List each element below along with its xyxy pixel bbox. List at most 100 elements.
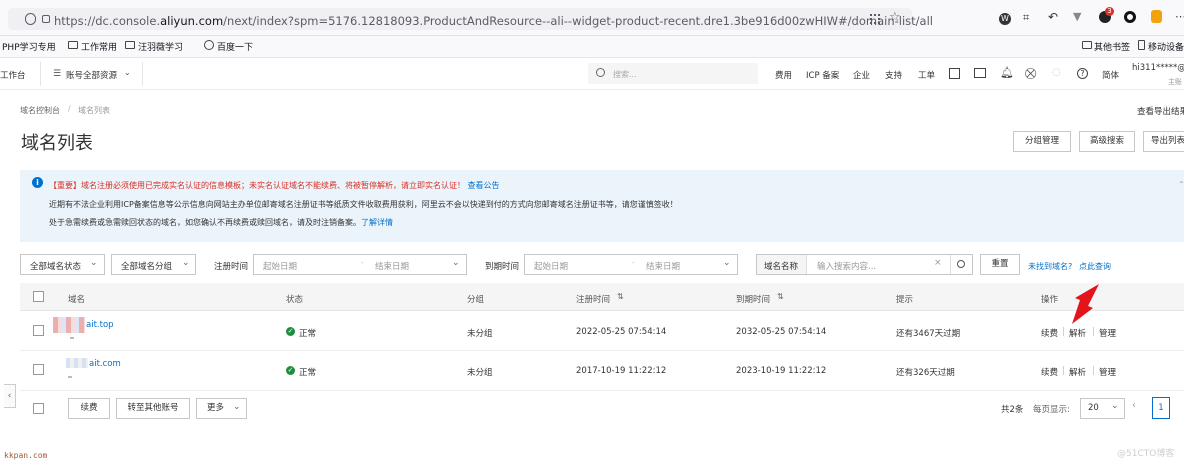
header-reg-time[interactable]: 注册时间: [576, 293, 610, 305]
manage-link[interactable]: 管理: [1099, 327, 1116, 339]
domain-link[interactable]: ait.com: [89, 359, 121, 369]
account-resources-dropdown[interactable]: 账号全部资源: [66, 69, 117, 81]
workbench-link[interactable]: 工作台: [0, 69, 26, 81]
lightbulb-icon[interactable]: ◌: [1052, 67, 1061, 78]
chevron-down-icon: ⌄: [124, 68, 131, 77]
clear-icon[interactable]: ×: [934, 258, 942, 268]
renew-link[interactable]: 续费: [1041, 366, 1058, 378]
watermark-kkpan: kkpan.com: [4, 451, 48, 460]
row-checkbox[interactable]: [33, 364, 44, 375]
expire-time-text: 2023-10-19 11:22:12: [736, 366, 827, 376]
nav-link-enterprise[interactable]: 企业: [853, 69, 870, 81]
bookmark-other[interactable]: 其他书签: [1094, 40, 1130, 53]
action-separator: [1063, 366, 1064, 375]
chevron-down-icon: ⌄: [90, 258, 98, 268]
sort-icon[interactable]: ⇅: [777, 292, 784, 301]
nav-link-ticket[interactable]: 工单: [918, 69, 935, 81]
expire-time-label: 到期时间: [485, 262, 520, 272]
row-checkbox[interactable]: [33, 325, 44, 336]
dns-resolve-link[interactable]: 解析: [1069, 366, 1086, 378]
view-announcement-link[interactable]: 查看公告: [468, 181, 500, 190]
redacted-domain-prefix: [66, 358, 88, 368]
prev-page-icon[interactable]: ‹: [1132, 400, 1136, 411]
cart-icon[interactable]: ⛒: [1025, 67, 1036, 81]
bookmark-baidu[interactable]: 百度一下: [217, 40, 253, 53]
domain-search-input[interactable]: 输入搜索内容...: [817, 260, 876, 272]
redacted-domain-prefix: [53, 317, 85, 333]
bookmark-mobile[interactable]: 移动设备: [1148, 40, 1184, 53]
export-list-button[interactable]: 导出列表: [1143, 131, 1184, 152]
bookmark-study[interactable]: 汪羽薇学习: [138, 40, 183, 53]
extension-w-icon[interactable]: W: [999, 13, 1011, 25]
top-search-placeholder: 搜索...: [613, 70, 637, 79]
domain-name-label: 域名名称: [764, 262, 799, 272]
circle-extension-icon[interactable]: [1124, 11, 1136, 23]
url-text[interactable]: https://dc.console.aliyun.com/next/index…: [54, 14, 933, 28]
screen-icon[interactable]: [974, 68, 986, 78]
bookmark-work[interactable]: 工作常用: [81, 40, 117, 53]
user-account[interactable]: hi311*****@: [1132, 63, 1184, 73]
footer-select-all-checkbox[interactable]: [33, 403, 44, 414]
reg-end-date: 结束日期: [375, 262, 410, 272]
sort-icon[interactable]: ⇅: [617, 292, 624, 301]
status-filter-value: 全部域名状态: [30, 262, 82, 272]
domain-link[interactable]: ait.top: [86, 320, 114, 330]
extension-tag-icon[interactable]: ⌗: [1023, 11, 1029, 25]
redacted-subtext: [70, 337, 74, 339]
not-found-text: 未找到域名?: [1028, 262, 1073, 271]
learn-more-link[interactable]: 了解详情: [361, 218, 393, 227]
filter-icon[interactable]: ▼: [1073, 10, 1081, 23]
reg-start-date: 起始日期: [263, 262, 298, 272]
status-text: 正常: [299, 368, 317, 378]
more-label: 更多: [207, 403, 225, 413]
batch-renew-button[interactable]: 续费: [68, 398, 110, 419]
qr-code-icon[interactable]: [870, 14, 880, 24]
nav-divider: [40, 62, 41, 86]
group-filter-value: 全部域名分组: [121, 262, 173, 272]
header-expire-time[interactable]: 到期时间: [736, 293, 770, 305]
transfer-account-button[interactable]: 转至其他账号: [116, 398, 190, 419]
renew-link[interactable]: 续费: [1041, 327, 1058, 339]
per-page-label: 每页显示:: [1033, 405, 1070, 415]
status-text: 正常: [299, 329, 317, 339]
bell-icon[interactable]: 🔔︎: [1000, 66, 1014, 79]
chevron-down-icon: ⌄: [1111, 401, 1119, 411]
tip-text: 还有326天过期: [896, 368, 955, 378]
nav-divider: [142, 62, 143, 86]
breadcrumb-console[interactable]: 域名控制台: [20, 105, 60, 116]
notice-line-3: 处于急需续费或急需赎回状态的域名，如您确认不再续费或赎回域名，请及时注销备案。了…: [49, 217, 393, 228]
reg-time-label: 注册时间: [214, 262, 249, 272]
help-icon[interactable]: ?: [1077, 68, 1088, 79]
notice-tag: 【重要】: [49, 181, 81, 190]
extensions-menu-icon[interactable]: ⋯: [1175, 10, 1184, 23]
reset-button[interactable]: 重置: [980, 254, 1020, 275]
advanced-search-button[interactable]: 高级搜索: [1079, 131, 1135, 152]
star-icon[interactable]: ☆: [889, 10, 901, 25]
nav-link-fee[interactable]: 费用: [775, 69, 792, 81]
page-number-button[interactable]: 1: [1152, 397, 1170, 419]
group-manage-button[interactable]: 分组管理: [1013, 131, 1071, 152]
back-arrow-icon[interactable]: ↶: [1048, 10, 1058, 24]
list-icon: ☰: [53, 69, 62, 79]
lock-icon: [42, 15, 50, 23]
fire-extension-icon[interactable]: [1151, 10, 1162, 23]
folder-icon: [1082, 41, 1092, 49]
expire-start-date: 起始日期: [534, 262, 569, 272]
sidebar-toggle[interactable]: ‹: [4, 384, 16, 408]
group-text: 未分组: [467, 368, 493, 378]
query-link[interactable]: 点此查询: [1079, 261, 1111, 272]
select-all-checkbox[interactable]: [33, 291, 44, 302]
language-switch[interactable]: 简体: [1102, 69, 1119, 81]
bookmark-php[interactable]: PHP学习专用: [2, 40, 56, 53]
cloud-shell-icon[interactable]: [949, 68, 960, 79]
collapse-icon[interactable]: ⌃: [1178, 180, 1184, 189]
nav-link-support[interactable]: 支持: [885, 69, 902, 81]
page-title: 域名列表: [21, 133, 93, 154]
dns-resolve-link[interactable]: 解析: [1069, 327, 1086, 339]
more-actions-button[interactable]: 更多 ⌄: [196, 398, 247, 419]
view-export-link[interactable]: 查看导出结果: [1137, 105, 1184, 117]
manage-link[interactable]: 管理: [1099, 366, 1116, 378]
nav-link-icp[interactable]: ICP 备案: [806, 69, 839, 81]
user-subtitle: 主账: [1168, 78, 1182, 86]
reg-time-text: 2022-05-25 07:54:14: [576, 327, 667, 337]
